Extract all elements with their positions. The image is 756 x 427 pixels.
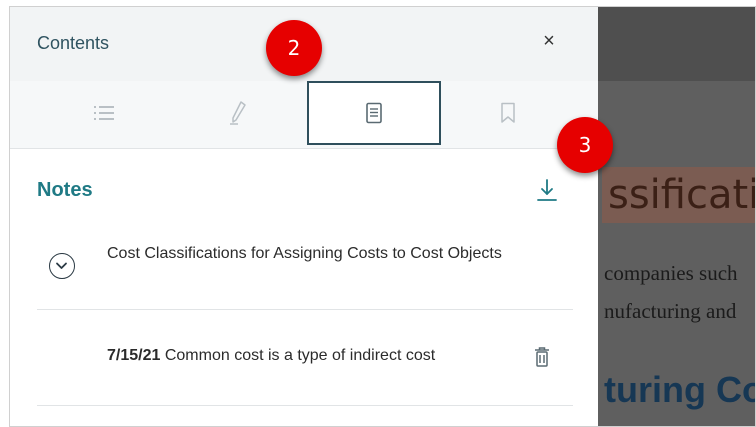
notes-section-title: Notes xyxy=(37,179,93,201)
callout-badge: 3 xyxy=(557,117,613,173)
expand-group-button[interactable] xyxy=(49,253,75,279)
notes-icon xyxy=(366,102,382,124)
book-paragraph-line: nufacturing and xyxy=(604,299,737,323)
trash-icon xyxy=(535,347,549,367)
note-group: Cost Classifications for Assigning Costs… xyxy=(37,233,573,309)
tab-notes[interactable] xyxy=(307,81,441,145)
close-button[interactable]: × xyxy=(537,29,561,53)
delete-note-button[interactable] xyxy=(532,345,552,369)
note-date: 7/15/21 xyxy=(107,347,161,364)
chevron-down-circle-icon xyxy=(56,262,67,269)
book-section-title: ssificatio xyxy=(602,167,755,223)
tab-highlights[interactable] xyxy=(172,81,304,145)
tab-table-of-contents[interactable] xyxy=(38,81,170,145)
note-group-title: Cost Classifications for Assigning Costs… xyxy=(107,245,502,262)
list-icon xyxy=(94,106,114,120)
book-subheading: turing Co xyxy=(604,369,756,410)
bookmark-icon xyxy=(501,102,515,123)
callout-badge: 2 xyxy=(266,20,322,76)
tab-bookmarks[interactable] xyxy=(442,81,574,145)
divider xyxy=(37,405,573,406)
download-icon xyxy=(537,179,557,201)
note-content: 7/15/21 Common cost is a type of indirec… xyxy=(107,347,435,365)
pencil-icon xyxy=(230,101,246,125)
screenshot-frame: ssificatio companies such nufacturing an… xyxy=(9,6,756,427)
divider xyxy=(37,309,573,310)
download-notes-button[interactable] xyxy=(534,175,560,205)
book-page-background: ssificatio companies such nufacturing an… xyxy=(598,7,756,426)
panel-tabs xyxy=(10,81,598,149)
note-item[interactable]: 7/15/21 Common cost is a type of indirec… xyxy=(37,337,573,377)
book-top-bar xyxy=(598,7,755,81)
panel-title: Contents xyxy=(37,33,110,53)
book-paragraph-line: companies such xyxy=(604,261,738,285)
note-text: Common cost is a type of indirect cost xyxy=(164,347,436,364)
